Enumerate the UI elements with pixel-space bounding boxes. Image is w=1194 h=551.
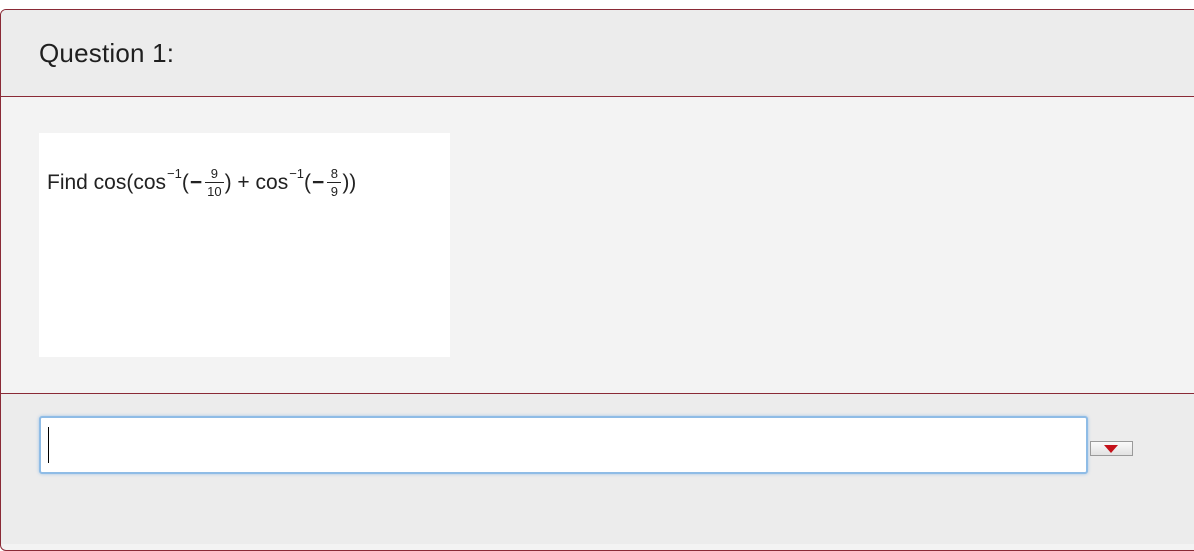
math-negative-1: − <box>189 170 203 194</box>
math-open-paren-2: ( <box>304 170 312 194</box>
question-title: Question 1: <box>39 38 175 68</box>
inverse-superscript-1: −1 <box>167 166 182 181</box>
question-card: Question 1: Find cos(cos −1 ( − 9 10 ) +… <box>0 9 1194 551</box>
inverse-superscript-2: −1 <box>289 166 305 181</box>
fraction-1-numerator: 9 <box>210 166 218 181</box>
question-image: Find cos(cos −1 ( − 9 10 ) + cos −1 ( − … <box>39 133 450 357</box>
math-negative-2: − <box>312 170 325 194</box>
fraction-2: 8 9 <box>327 166 342 199</box>
fraction-1-bar <box>205 182 224 183</box>
math-close-parens: )) <box>342 170 357 194</box>
math-expression: Find cos(cos −1 ( − 9 10 ) + cos −1 ( − … <box>47 166 357 199</box>
fraction-1-denominator: 10 <box>207 184 222 199</box>
question-body: Find cos(cos −1 ( − 9 10 ) + cos −1 ( − … <box>1 97 1194 394</box>
answer-dropdown-button[interactable] <box>1090 441 1133 456</box>
fraction-1: 9 10 <box>205 166 224 199</box>
math-text-middle: ) + cos <box>224 170 289 194</box>
fraction-2-numerator: 8 <box>330 166 338 181</box>
caret-down-icon <box>1104 445 1118 453</box>
answer-input[interactable] <box>39 416 1088 474</box>
text-caret <box>48 427 49 463</box>
question-header: Question 1: <box>1 10 1194 97</box>
math-text-find: Find cos(cos <box>47 170 167 194</box>
fraction-2-denominator: 9 <box>330 184 338 199</box>
math-open-paren-1: ( <box>181 170 189 194</box>
fraction-2-bar <box>327 182 342 183</box>
answer-area <box>1 394 1194 544</box>
